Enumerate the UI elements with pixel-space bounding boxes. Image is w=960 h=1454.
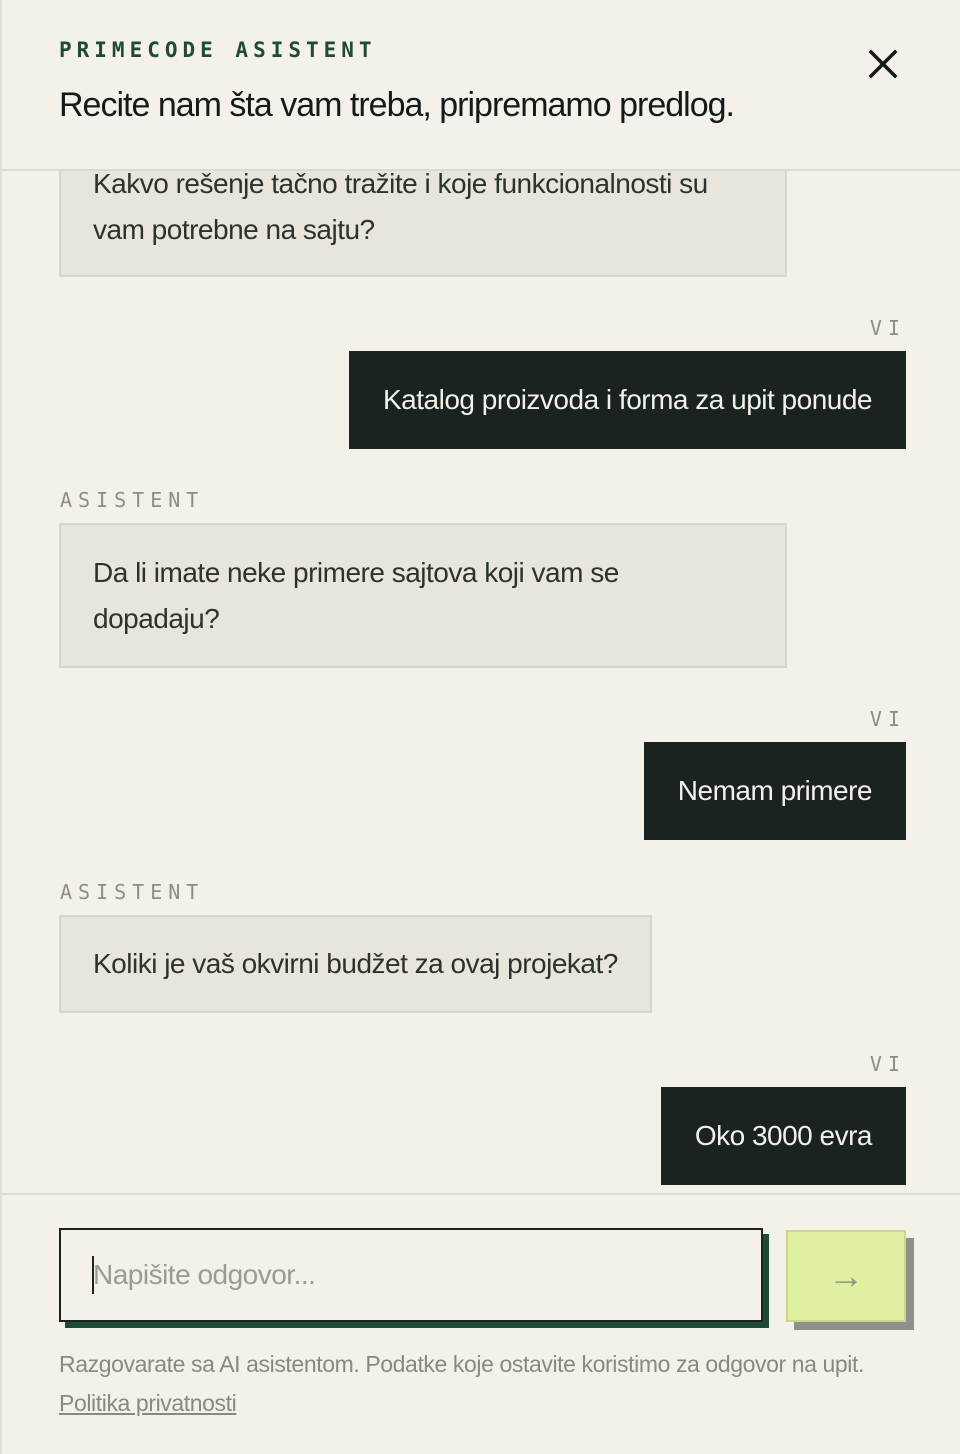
message-input-wrapper (59, 1228, 769, 1328)
arrow-right-icon: → (828, 1255, 864, 1296)
sender-label-user: VI (869, 707, 906, 731)
composer: → Razgovarate sa AI asistentom. Podatke … (2, 1193, 960, 1454)
assistant-message: Da li imate neke primere sajtova koji va… (59, 523, 787, 668)
assistant-message: Kakvo rešenje tačno tražite i koje funkc… (59, 171, 787, 277)
text-caret (92, 1256, 94, 1294)
assistant-message-line: vam potrebne na sajtu? (93, 214, 375, 245)
user-message: Oko 3000 evra (660, 1087, 906, 1185)
message-input[interactable] (59, 1228, 763, 1322)
sender-label-user: VI (869, 1052, 906, 1076)
brand-label: PRIMECODE ASISTENT (59, 38, 377, 62)
sender-label-assistant: ASISTENT (60, 880, 205, 904)
page-title: Recite nam šta vam treba, pripremamo pre… (59, 86, 735, 124)
user-message: Katalog proizvoda i forma za upit ponude (349, 351, 906, 449)
message-list: Kakvo rešenje tačno tražite i koje funkc… (2, 171, 960, 1193)
sender-label-user: VI (869, 316, 906, 340)
assistant-message: Koliki je vaš okvirni budžet za ovaj pro… (59, 915, 652, 1013)
user-message: Nemam primere (643, 742, 906, 840)
close-button[interactable] (863, 44, 903, 84)
disclaimer: Razgovarate sa AI asistentom. Podatke ko… (59, 1345, 919, 1423)
sender-label-assistant: ASISTENT (60, 488, 205, 512)
send-button[interactable]: → (786, 1230, 906, 1322)
chat-header: PRIMECODE ASISTENT Recite nam šta vam tr… (2, 0, 960, 171)
chat-panel: PRIMECODE ASISTENT Recite nam šta vam tr… (0, 0, 960, 1454)
disclaimer-text: Razgovarate sa AI asistentom. Podatke ko… (59, 1351, 864, 1377)
assistant-message-line: Kakvo rešenje tačno tražite i koje funkc… (93, 171, 708, 199)
assistant-message-line: dopadaju? (93, 603, 220, 634)
close-icon (868, 49, 898, 79)
assistant-message-line: Da li imate neke primere sajtova koji va… (93, 557, 619, 588)
send-button-wrapper: → (786, 1230, 914, 1330)
privacy-policy-link[interactable]: Politika privatnosti (59, 1390, 237, 1416)
